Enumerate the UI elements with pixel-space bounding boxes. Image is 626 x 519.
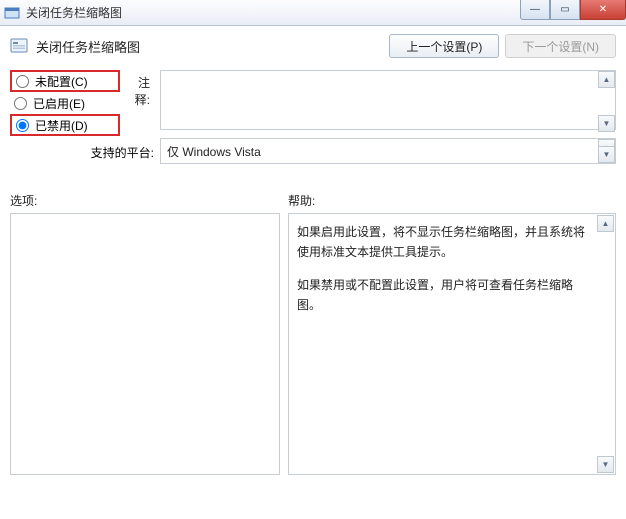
window-controls: — ▭ ✕ — [520, 0, 626, 20]
platform-value: 仅 Windows Vista — [160, 138, 616, 164]
radio-not-configured-label: 未配置(C) — [35, 73, 88, 90]
comment-textarea[interactable] — [160, 70, 616, 130]
platform-label: 支持的平台: — [10, 138, 154, 164]
maximize-button[interactable]: ▭ — [550, 0, 580, 20]
help-pane: 如果启用此设置，将不显示任务栏缩略图，并且系统将使用标准文本提供工具提示。 如果… — [288, 213, 616, 475]
radio-not-configured[interactable]: 未配置(C) — [10, 70, 120, 92]
help-section-label: 帮助: — [288, 192, 315, 209]
window-titlebar: 关闭任务栏缩略图 — ▭ ✕ — [0, 0, 626, 26]
radio-disabled-label: 已禁用(D) — [35, 117, 88, 134]
radio-enabled-label: 已启用(E) — [33, 95, 85, 112]
policy-icon — [10, 37, 28, 55]
help-scroll-up-icon[interactable]: ▲ — [597, 215, 614, 232]
next-setting-button: 下一个设置(N) — [505, 34, 616, 58]
comment-scroll-up-icon[interactable]: ▲ — [598, 71, 615, 88]
comment-scroll-down-icon[interactable]: ▼ — [598, 115, 615, 132]
page-title: 关闭任务栏缩略图 — [36, 37, 389, 56]
close-button[interactable]: ✕ — [580, 0, 626, 20]
minimize-button[interactable]: — — [520, 0, 550, 20]
radio-enabled[interactable]: 已启用(E) — [10, 92, 120, 114]
radio-enabled-input[interactable] — [14, 97, 27, 110]
platform-scroll-down-icon[interactable]: ▼ — [598, 146, 615, 163]
radio-disabled-input[interactable] — [16, 119, 29, 132]
comment-label: 注释: — [126, 70, 154, 136]
help-scroll-down-icon[interactable]: ▼ — [597, 456, 614, 473]
options-section-label: 选项: — [10, 192, 288, 209]
window-title: 关闭任务栏缩略图 — [26, 4, 122, 21]
radio-not-configured-input[interactable] — [16, 75, 29, 88]
prev-setting-button[interactable]: 上一个设置(P) — [389, 34, 499, 58]
radio-disabled[interactable]: 已禁用(D) — [10, 114, 120, 136]
options-pane — [10, 213, 280, 475]
state-radio-group: 未配置(C) 已启用(E) 已禁用(D) — [10, 70, 120, 136]
help-paragraph-1: 如果启用此设置，将不显示任务栏缩略图，并且系统将使用标准文本提供工具提示。 — [297, 222, 595, 263]
help-paragraph-2: 如果禁用或不配置此设置，用户将可查看任务栏缩略图。 — [297, 275, 595, 316]
app-icon — [4, 5, 20, 21]
